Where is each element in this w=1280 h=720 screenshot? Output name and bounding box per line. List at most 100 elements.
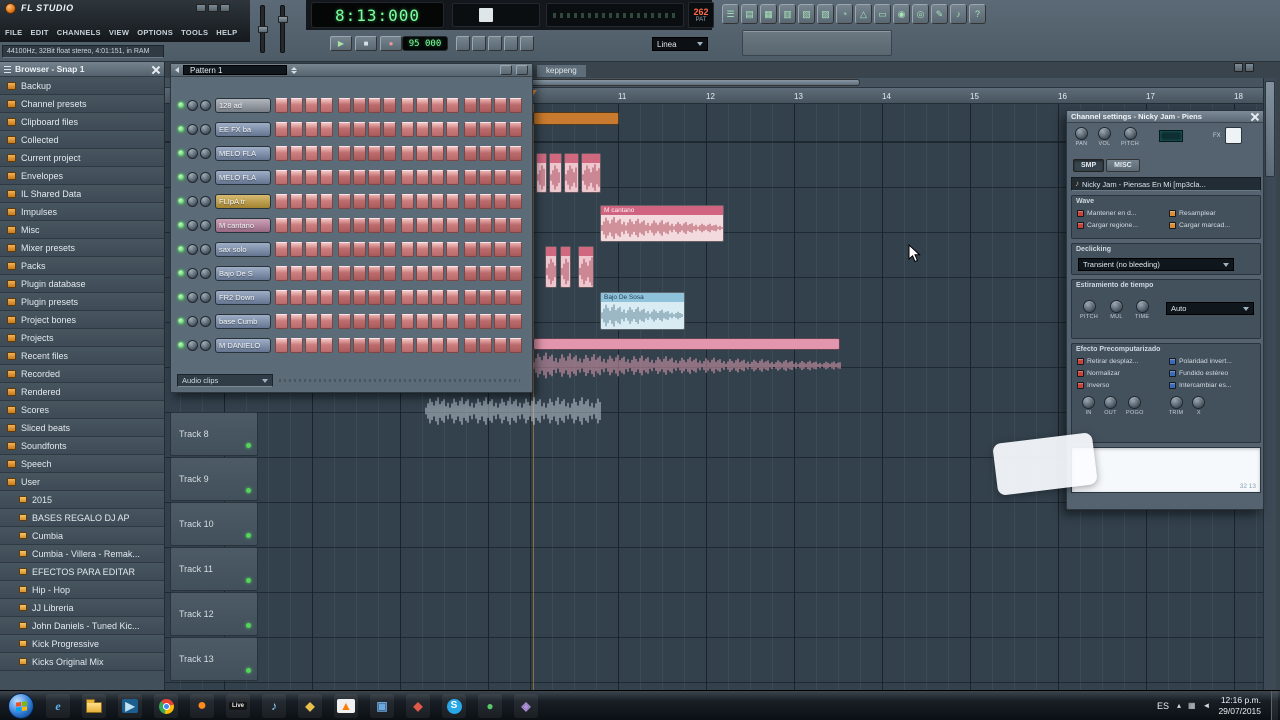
step-button[interactable] bbox=[479, 337, 492, 353]
browser-item[interactable]: John Daniels - Tuned Kic... bbox=[0, 617, 164, 635]
step-button[interactable] bbox=[431, 193, 444, 209]
volume-knob[interactable] bbox=[200, 267, 211, 279]
metronome-button[interactable]: △ bbox=[855, 4, 872, 24]
step-button[interactable] bbox=[338, 169, 351, 185]
option-row[interactable]: Mantener en d... bbox=[1077, 207, 1169, 219]
option-row[interactable]: Polaridad invert... bbox=[1169, 355, 1261, 367]
browser-item[interactable]: Clipboard files bbox=[0, 113, 164, 131]
pan-knob[interactable] bbox=[187, 291, 198, 303]
step-button[interactable] bbox=[401, 265, 414, 281]
step-button[interactable] bbox=[401, 169, 414, 185]
menu-channels[interactable]: CHANNELS bbox=[57, 28, 101, 37]
step-button[interactable] bbox=[479, 313, 492, 329]
step-button[interactable] bbox=[464, 169, 477, 185]
step-button[interactable] bbox=[320, 121, 333, 137]
browser-item[interactable]: IL Shared Data bbox=[0, 185, 164, 203]
step-button[interactable] bbox=[416, 97, 429, 113]
step-button[interactable] bbox=[353, 169, 366, 185]
track-led[interactable] bbox=[246, 668, 251, 673]
browser-button[interactable]: ▧ bbox=[798, 4, 815, 24]
start-button[interactable] bbox=[8, 693, 34, 719]
volume-knob[interactable] bbox=[200, 123, 211, 135]
step-button[interactable] bbox=[320, 217, 333, 233]
typing-keyboard-button[interactable]: ▭ bbox=[874, 4, 891, 24]
close-button[interactable] bbox=[220, 4, 230, 12]
transport-extra-button[interactable] bbox=[520, 36, 534, 51]
option-row[interactable]: Inverso bbox=[1077, 379, 1169, 391]
step-button[interactable] bbox=[494, 217, 507, 233]
step-button[interactable] bbox=[479, 169, 492, 185]
step-button[interactable] bbox=[383, 145, 396, 161]
step-button[interactable] bbox=[509, 169, 522, 185]
browser-item[interactable]: Backup bbox=[0, 77, 164, 95]
tempo-display[interactable]: 95 000 bbox=[402, 36, 448, 51]
knob-x[interactable]: X bbox=[1192, 396, 1206, 416]
step-button[interactable] bbox=[416, 121, 429, 137]
channel-enable-led[interactable] bbox=[178, 246, 184, 252]
app-icon-violet[interactable]: ◈ bbox=[514, 694, 538, 718]
browser-item[interactable]: Project bones bbox=[0, 311, 164, 329]
channel-enable-led[interactable] bbox=[178, 270, 184, 276]
language-indicator[interactable]: ES bbox=[1157, 701, 1169, 711]
step-button[interactable] bbox=[479, 121, 492, 137]
knob-mul[interactable]: MUL bbox=[1110, 300, 1123, 320]
step-button[interactable] bbox=[338, 289, 351, 305]
step-button[interactable] bbox=[305, 265, 318, 281]
clip-bajo-de-sosa[interactable]: Bajo De Sosa bbox=[600, 292, 685, 330]
step-button[interactable] bbox=[416, 169, 429, 185]
clip-pink-1[interactable] bbox=[536, 153, 547, 193]
step-button[interactable] bbox=[353, 193, 366, 209]
clip-pink-6[interactable] bbox=[560, 246, 571, 288]
step-button[interactable] bbox=[401, 121, 414, 137]
step-button[interactable] bbox=[383, 241, 396, 257]
step-button[interactable] bbox=[494, 241, 507, 257]
master-volume-slider[interactable] bbox=[278, 5, 288, 53]
menu-view[interactable]: VIEW bbox=[109, 28, 129, 37]
step-button[interactable] bbox=[479, 145, 492, 161]
step-button[interactable] bbox=[305, 169, 318, 185]
step-button[interactable] bbox=[320, 265, 333, 281]
graph-editor-button[interactable] bbox=[500, 65, 512, 75]
knob-out[interactable]: OUT bbox=[1104, 396, 1117, 416]
browser-item[interactable]: User bbox=[0, 473, 164, 491]
browser-title-bar[interactable]: Browser - Snap 1 bbox=[0, 62, 164, 77]
volume-knob[interactable] bbox=[200, 243, 211, 255]
step-button[interactable] bbox=[320, 145, 333, 161]
step-button[interactable] bbox=[494, 265, 507, 281]
browser-item[interactable]: Current project bbox=[0, 149, 164, 167]
step-button[interactable] bbox=[464, 241, 477, 257]
step-button[interactable] bbox=[431, 97, 444, 113]
step-button[interactable] bbox=[494, 169, 507, 185]
step-button[interactable] bbox=[275, 313, 288, 329]
pan-knob[interactable] bbox=[187, 123, 198, 135]
step-button[interactable] bbox=[464, 265, 477, 281]
chrome-icon[interactable] bbox=[154, 694, 178, 718]
channel-button[interactable]: 128 ad bbox=[215, 97, 271, 113]
knob-pitch[interactable]: PITCH bbox=[1080, 300, 1098, 320]
step-button[interactable] bbox=[401, 145, 414, 161]
step-button[interactable] bbox=[290, 145, 303, 161]
sample-name-bar[interactable]: ♪ Nicky Jam - Piensas En Mi [mp3cla... bbox=[1071, 177, 1261, 191]
music-player-icon[interactable]: ♪ bbox=[262, 694, 286, 718]
pan-knob[interactable] bbox=[187, 315, 198, 327]
browser-item[interactable]: Plugin presets bbox=[0, 293, 164, 311]
channel-settings-title-bar[interactable]: Channel settings - Nicky Jam - Piens bbox=[1067, 111, 1263, 123]
step-button[interactable] bbox=[416, 193, 429, 209]
pianoroll-button[interactable]: ▥ bbox=[779, 4, 796, 24]
hidden-icons-arrow[interactable]: ▴ bbox=[1177, 702, 1181, 710]
step-button[interactable] bbox=[416, 313, 429, 329]
step-button[interactable] bbox=[416, 337, 429, 353]
scrollbar-thumb[interactable] bbox=[1265, 81, 1275, 177]
pan-knob[interactable] bbox=[187, 339, 198, 351]
step-button[interactable] bbox=[431, 313, 444, 329]
transport-extra-button[interactable] bbox=[488, 36, 502, 51]
volume-icon[interactable]: ◄ bbox=[1203, 702, 1211, 710]
step-button[interactable] bbox=[275, 337, 288, 353]
step-button[interactable] bbox=[275, 289, 288, 305]
menu-help[interactable]: HELP bbox=[216, 28, 237, 37]
playlist-button[interactable]: ▤ bbox=[741, 4, 758, 24]
show-desktop-button[interactable] bbox=[1271, 691, 1278, 720]
knob-trim[interactable]: TRIM bbox=[1169, 396, 1184, 416]
step-button[interactable] bbox=[290, 169, 303, 185]
browser-item[interactable]: Channel presets bbox=[0, 95, 164, 113]
